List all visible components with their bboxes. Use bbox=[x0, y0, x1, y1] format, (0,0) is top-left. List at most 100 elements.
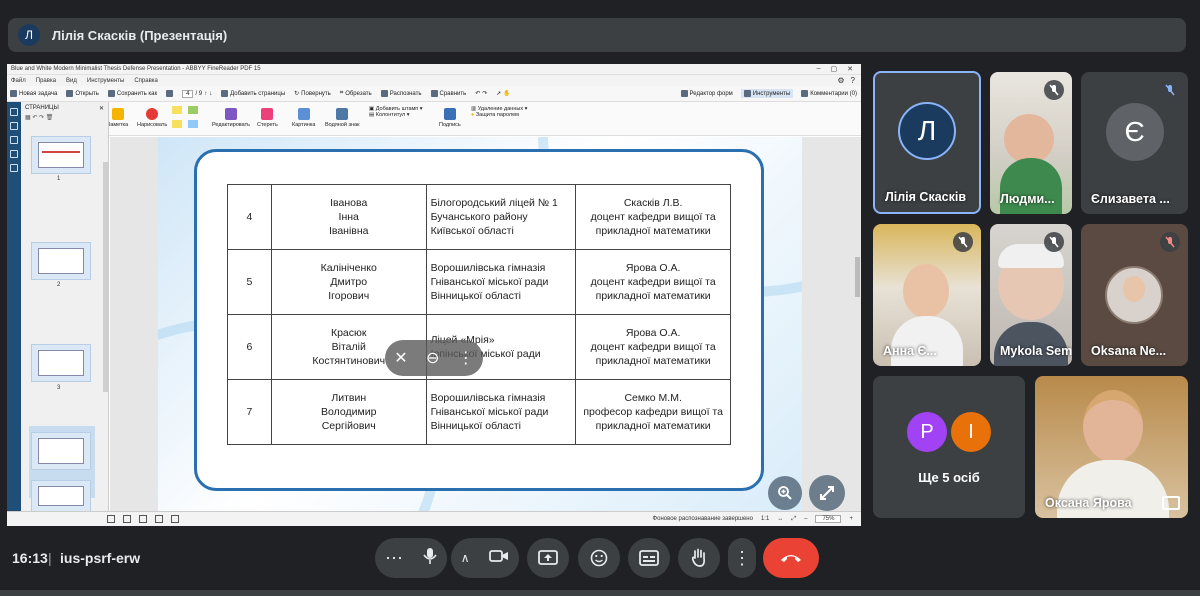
actual-size-ratio[interactable]: 1:1 bbox=[761, 516, 769, 522]
save-as-button[interactable]: Сохранить как bbox=[107, 90, 157, 97]
header-footer-button[interactable]: ▤ Колонтитул ▾ bbox=[369, 112, 410, 118]
print-button[interactable] bbox=[166, 90, 174, 97]
page-thumb[interactable] bbox=[31, 242, 91, 280]
underline-icon[interactable] bbox=[188, 106, 198, 114]
page-up-icon[interactable]: ↑ bbox=[204, 91, 207, 97]
menu-edit[interactable]: Правка bbox=[36, 78, 56, 84]
text-box-icon[interactable] bbox=[188, 120, 198, 128]
page-navigator[interactable]: 4 / 9 ↑ ↓ bbox=[182, 89, 212, 98]
help-icon[interactable]: ? bbox=[851, 76, 855, 85]
stamp-tools[interactable]: ▣ Добавить штамп ▾ ▤ Колонтитул ▾ bbox=[369, 106, 423, 118]
zoom-out-icon[interactable]: – bbox=[804, 516, 807, 522]
captions-button[interactable] bbox=[628, 538, 670, 578]
zoom-in-icon[interactable]: + bbox=[849, 516, 861, 522]
strikeout-icon[interactable] bbox=[172, 120, 182, 128]
more-vert-overlay-icon[interactable]: ⋮ bbox=[458, 348, 474, 368]
pages-panel-icon[interactable] bbox=[10, 108, 18, 116]
more-options-button[interactable]: ⋮ bbox=[728, 538, 756, 578]
signatures-icon[interactable] bbox=[10, 164, 18, 172]
participant-tile-oksana-yarova[interactable]: Оксана Ярова bbox=[1035, 376, 1188, 518]
recognize-button[interactable]: Распознать bbox=[380, 90, 422, 97]
pip-icon[interactable] bbox=[1162, 496, 1180, 510]
reactions-button[interactable] bbox=[578, 538, 620, 578]
bookmarks-icon[interactable] bbox=[10, 122, 18, 130]
menu-view[interactable]: Вид bbox=[66, 78, 77, 84]
cursor-tools[interactable]: ➚ ✋ bbox=[496, 90, 511, 97]
settings-icon[interactable]: ⚙ bbox=[837, 76, 844, 85]
undo-icon[interactable]: ↶ bbox=[475, 90, 480, 97]
security-tools[interactable]: ▥ Удаление данных ▾ ● Защита паролем bbox=[471, 106, 527, 118]
unpin-icon[interactable]: ✕ bbox=[394, 348, 407, 368]
two-page-icon[interactable] bbox=[139, 515, 147, 523]
select-cursor-icon[interactable]: ➚ bbox=[496, 90, 501, 97]
participant-tile-mykola[interactable]: Mykola Sem... bbox=[990, 224, 1072, 366]
fit-screen-icon[interactable]: ⤢ bbox=[791, 516, 796, 523]
zoom-button[interactable] bbox=[768, 476, 802, 510]
menu-help[interactable]: Справка bbox=[134, 78, 158, 84]
chevron-up-icon[interactable]: ∧ bbox=[461, 551, 470, 565]
fit-page-icon[interactable]: ↔ bbox=[777, 516, 783, 522]
camera-icon[interactable] bbox=[489, 549, 509, 568]
rotate-right-icon[interactable]: ↷ bbox=[39, 115, 44, 121]
page-thumb[interactable] bbox=[31, 432, 91, 470]
scroll-view-icon[interactable] bbox=[155, 515, 163, 523]
fit-width-icon[interactable] bbox=[123, 515, 131, 523]
add-pages-button[interactable]: Добавить страницы bbox=[221, 90, 285, 97]
participant-tile-anna[interactable]: Анна Є... bbox=[873, 224, 981, 366]
text-markup-tools[interactable] bbox=[172, 106, 198, 130]
redo-icon[interactable]: ↷ bbox=[482, 90, 487, 97]
page-number-input[interactable]: 4 bbox=[182, 89, 194, 98]
raise-hand-button[interactable] bbox=[678, 538, 720, 578]
sign-tool[interactable]: Подпись bbox=[439, 108, 461, 128]
document-scrollbar[interactable] bbox=[855, 257, 860, 297]
shared-screen[interactable]: Blue and White Modern Minimalist Thesis … bbox=[7, 64, 861, 526]
more-participants-tile[interactable]: Р І Ще 5 осіб bbox=[873, 376, 1025, 518]
participant-tile-oksana-ne[interactable]: Oksana Ne... bbox=[1081, 224, 1188, 366]
comments-button[interactable]: Комментарии (0) bbox=[801, 89, 857, 98]
note-tool[interactable]: Заметка bbox=[107, 108, 128, 128]
delete-page-icon[interactable]: 🗑 bbox=[46, 115, 54, 121]
highlight-icon[interactable] bbox=[172, 106, 182, 114]
page-thumb[interactable] bbox=[31, 480, 91, 512]
rotate-left-icon[interactable]: ↶ bbox=[32, 115, 37, 121]
participant-tile-liudmyla[interactable]: Людми... bbox=[990, 72, 1072, 214]
fullscreen-icon[interactable] bbox=[171, 515, 179, 523]
draw-tool[interactable]: Нарисовать bbox=[137, 108, 167, 128]
attachments-icon[interactable] bbox=[10, 150, 18, 158]
erase-tool[interactable]: Стереть bbox=[257, 108, 278, 128]
document-view[interactable]: 4 Іванова Інна Іванівна Білогородський ліцей… bbox=[110, 137, 861, 511]
mic-icon[interactable] bbox=[423, 547, 437, 570]
rotate-button[interactable]: ↻ Повернуть bbox=[294, 90, 331, 98]
more-icon[interactable]: ⋯ bbox=[385, 548, 403, 569]
maximize-icon[interactable]: ▢ bbox=[831, 65, 838, 73]
undo-redo[interactable]: ↶ ↷ bbox=[475, 90, 487, 97]
page-down-icon[interactable]: ↓ bbox=[209, 91, 212, 97]
new-task-button[interactable]: Новая задача bbox=[10, 90, 57, 97]
picture-tool[interactable]: Картинка bbox=[292, 108, 315, 128]
menu-tools[interactable]: Инструменты bbox=[87, 78, 124, 84]
expand-button[interactable] bbox=[809, 475, 845, 511]
end-call-button[interactable] bbox=[763, 538, 819, 578]
crop-button[interactable]: ⌗ Обрезать bbox=[340, 90, 372, 97]
page-thumb[interactable] bbox=[31, 344, 91, 382]
search-icon[interactable] bbox=[10, 136, 18, 144]
tools-button[interactable]: Инструменты bbox=[740, 89, 794, 98]
menu-file[interactable]: Файл bbox=[11, 78, 26, 84]
minimize-icon[interactable]: – bbox=[817, 65, 821, 73]
panel-scrollbar[interactable] bbox=[103, 162, 108, 392]
zoom-out-overlay-icon[interactable]: ⊖ bbox=[426, 348, 439, 368]
present-button[interactable] bbox=[527, 538, 569, 578]
hand-tool-icon[interactable]: ✋ bbox=[503, 90, 510, 97]
thumb-size-icon[interactable]: ▦ bbox=[25, 115, 31, 121]
form-editor-button[interactable]: Редактор форм bbox=[680, 89, 733, 98]
close-icon[interactable]: ✕ bbox=[847, 65, 853, 73]
zoom-level-select[interactable]: 75% bbox=[815, 515, 842, 523]
close-panel-icon[interactable]: ✕ bbox=[99, 105, 104, 112]
compare-button[interactable]: Сравнить bbox=[430, 90, 466, 97]
password-button[interactable]: ● Защита паролем bbox=[471, 112, 519, 118]
edit-tool[interactable]: Редактировать bbox=[212, 108, 250, 128]
page-thumb[interactable] bbox=[31, 136, 91, 174]
page-view-icon[interactable] bbox=[107, 515, 115, 523]
participant-tile-yelyzaveta[interactable]: Є Єлизавета ... bbox=[1081, 72, 1188, 214]
open-button[interactable]: Открыть bbox=[66, 90, 99, 97]
